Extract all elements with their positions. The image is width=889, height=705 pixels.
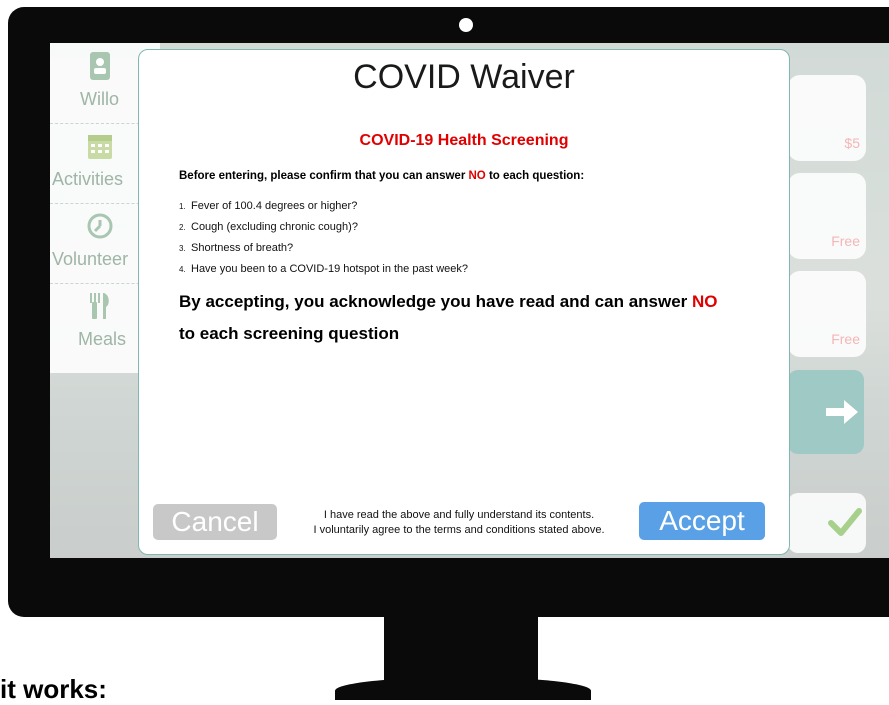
fork-knife-icon [90,293,109,319]
price-label: Free [831,331,860,347]
acknowledgement-statement: By accepting, you acknowledge you have r… [179,286,779,350]
event-card[interactable]: Free [788,271,866,357]
app-screen: Willo Activities Volunteer Meals $5 Free… [50,43,889,558]
question-text: Fever of 100.4 degrees or higher? [191,200,358,212]
list-item: 3. Shortness of breath? [179,238,468,259]
acknowledgement-text: to each screening question [179,324,400,343]
list-item: 4. Have you been to a COVID-19 hotspot in… [179,259,468,280]
check-in-button[interactable] [788,493,866,553]
monitor-frame: Willo Activities Volunteer Meals $5 Free… [8,7,889,617]
next-button[interactable] [788,370,864,454]
question-number: 1. [179,202,186,211]
list-item: 2. Cough (excluding chronic cough)? [179,217,468,238]
acknowledgement-text: By accepting, you acknowledge you have r… [179,292,693,311]
screening-instructions: Before entering, please confirm that you… [179,170,584,182]
accept-button[interactable]: Accept [639,502,765,540]
terms-line: I voluntarily agree to the terms and con… [313,524,605,536]
footer-heading: it works: [0,674,107,704]
covid-waiver-dialog: COVID Waiver COVID-19 Health Screening B… [138,49,790,555]
monitor-stand-neck [384,617,538,683]
event-card[interactable]: Free [788,173,866,259]
book-icon [90,52,110,80]
instructions-text: to each question: [485,170,585,182]
question-text: Cough (excluding chronic cough)? [191,221,358,233]
no-emphasis: NO [468,170,486,182]
screening-question-list: 1. Fever of 100.4 degrees or higher? 2. Co… [179,196,468,280]
event-card[interactable]: $5 [788,75,866,161]
screening-heading: COVID-19 Health Screening [359,132,569,149]
question-number: 2. [179,223,186,232]
calendar-icon [88,135,112,159]
instructions-text: Before entering, please confirm that you… [179,170,469,182]
question-text: Have you been to a COVID-19 hotspot in t… [191,263,468,275]
question-number: 4. [179,265,186,274]
price-label: Free [831,233,860,249]
monitor-stand-base [335,677,591,700]
checkmark-icon [828,508,862,536]
question-number: 3. [179,244,186,253]
dialog-title: COVID Waiver [353,58,575,96]
camera-dot [459,18,473,32]
price-label: $5 [844,135,860,151]
terms-line: I have read the above and fully understa… [323,509,595,521]
clock-icon [87,213,113,239]
cancel-button[interactable]: Cancel [153,504,277,540]
terms-text: I have read the above and fully understa… [289,508,629,538]
no-emphasis: NO [692,292,718,311]
list-item: 1. Fever of 100.4 degrees or higher? [179,196,468,217]
question-text: Shortness of breath? [191,242,294,254]
arrow-right-icon [826,400,858,424]
